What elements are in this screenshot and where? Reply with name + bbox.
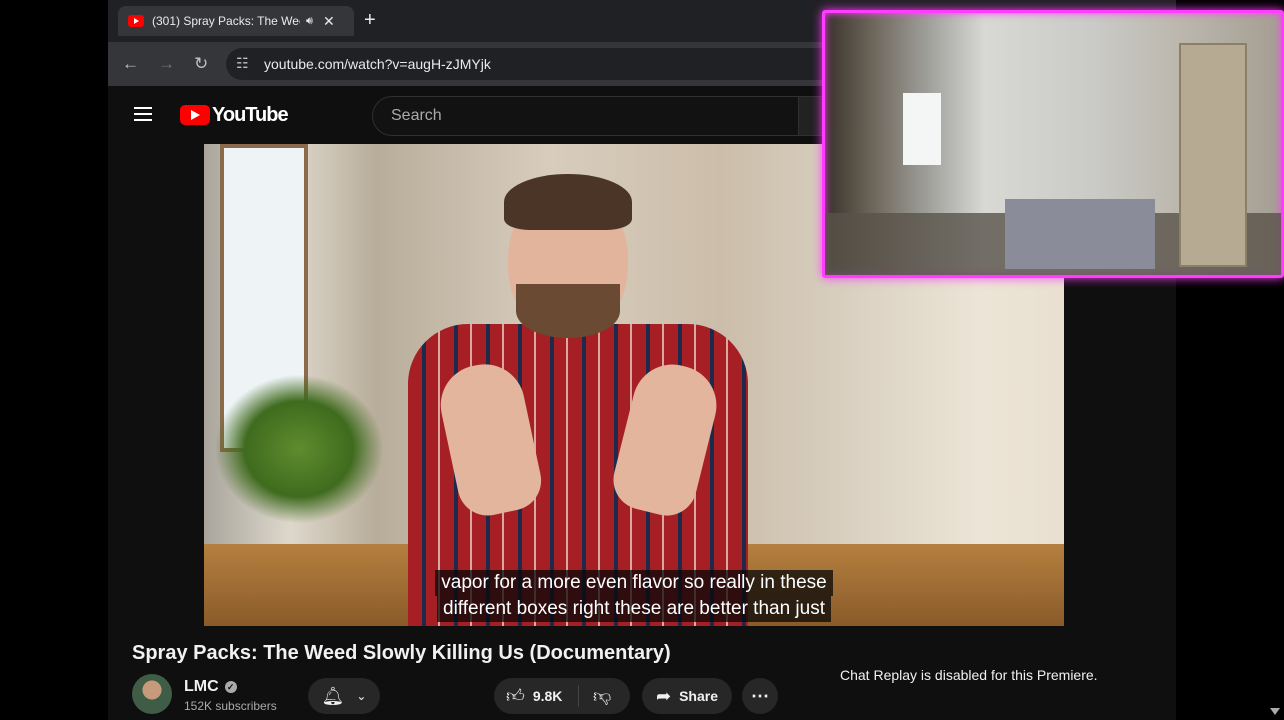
share-button[interactable]: ➦ Share [642,678,732,714]
search-input[interactable] [389,106,773,126]
scroll-down-arrow-icon[interactable] [1270,708,1280,715]
notification-bell-button[interactable]: 🔔︎ ⌄ [308,678,380,714]
like-button[interactable]: 👍︎ 9.8K [494,685,579,707]
verified-icon: ✓ [224,680,237,693]
webcam-overlay [822,10,1284,278]
video-title: Spray Packs: The Weed Slowly Killing Us … [132,642,671,664]
youtube-logo-text[interactable]: YouTube [212,104,289,127]
dislike-button[interactable]: 👎︎ [579,685,611,707]
close-tab-icon[interactable]: ✕ [323,13,335,30]
browser-tab[interactable]: (301) Spray Packs: The Weed Slowly Killi… [118,6,354,36]
caption-line-2: different boxes right these are better t… [437,596,831,622]
chevron-down-icon: ⌄ [356,689,367,703]
menu-icon[interactable] [134,107,152,125]
webcam-window [903,93,941,165]
hair [504,174,632,230]
channel-name-text[interactable]: LMC [184,678,219,695]
youtube-logo-icon[interactable] [180,105,210,125]
search-box[interactable] [372,96,804,136]
bell-icon: 🔔︎ [321,685,345,706]
channel-name[interactable]: LMC ✓ [184,678,237,696]
address-url: youtube.com/watch?v=augH-zJMYjk [264,56,491,72]
speaker-icon[interactable]: 🔊︎ [306,15,313,28]
share-label: Share [679,688,718,704]
like-dislike-group: 👍︎ 9.8K 👎︎ [494,678,630,714]
presenter [388,164,768,626]
more-icon: ⋯ [751,685,769,706]
channel-avatar[interactable] [132,674,172,714]
webcam-door [1179,43,1247,267]
chat-replay-message: Chat Replay is disabled for this Premier… [840,667,1098,683]
youtube-favicon-icon [128,15,144,27]
share-icon: ➦ [655,685,672,706]
caption-line-1: vapor for a more even flavor so really i… [435,570,833,596]
forward-button[interactable]: → [158,54,175,74]
back-button[interactable]: ← [122,54,139,74]
plant [214,374,384,524]
video-captions: vapor for a more even flavor so really i… [204,570,1064,622]
subscriber-count: 152K subscribers [184,699,277,713]
beard [516,284,620,338]
site-settings-icon[interactable]: ☷ [236,55,249,72]
like-count: 9.8K [532,688,563,704]
thumbs-down-icon: 👎︎ [593,686,612,706]
tab-title: (301) Spray Packs: The Weed Slowly Killi… [152,14,300,28]
thumbs-up-icon: 👍︎ [506,686,525,706]
webcam-bed [1005,199,1155,269]
reload-button[interactable]: ↻ [194,54,208,74]
new-tab-button[interactable]: + [364,9,376,32]
more-actions-button[interactable]: ⋯ [742,678,778,714]
